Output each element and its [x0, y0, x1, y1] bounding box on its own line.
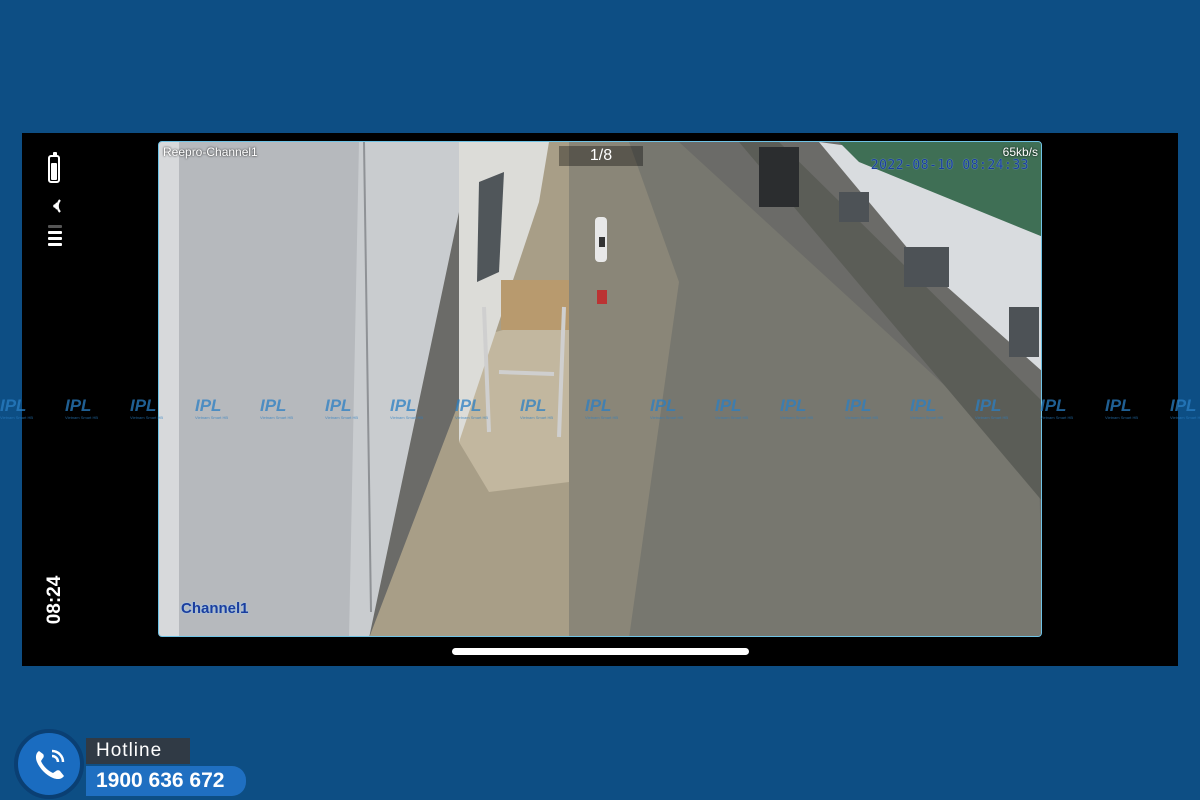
camera-feed[interactable]: Reepro-Channel1 1/8 65kb/s 2022-08-10 08… [158, 141, 1042, 637]
wifi-icon [53, 199, 61, 213]
hotline-badge[interactable]: Hotline 1900 636 672 [0, 720, 260, 800]
home-indicator[interactable] [452, 648, 749, 655]
page-indicator[interactable]: 1/8 [559, 146, 643, 166]
status-time: 08:24 [44, 575, 65, 625]
hotline-number[interactable]: 1900 636 672 [86, 766, 246, 796]
hotline-label: Hotline [86, 738, 190, 764]
cellular-signal-icon [48, 225, 62, 246]
phone-screen: 08:24 Reepro-Channel1 1/8 65kb/s 2022-08… [22, 133, 1178, 666]
osd-channel-label: Channel1 [181, 600, 249, 617]
device-channel-name: Reepro-Channel1 [163, 145, 258, 159]
osd-timestamp: 2022-08-10 08:24:33 [870, 158, 1029, 173]
bitrate-readout: 65kb/s [1002, 145, 1038, 159]
camera-scene [159, 142, 1041, 636]
phone-icon [35, 749, 65, 780]
status-bar: 08:24 [22, 133, 90, 666]
hotline-circle [14, 729, 84, 799]
battery-icon [48, 152, 60, 183]
